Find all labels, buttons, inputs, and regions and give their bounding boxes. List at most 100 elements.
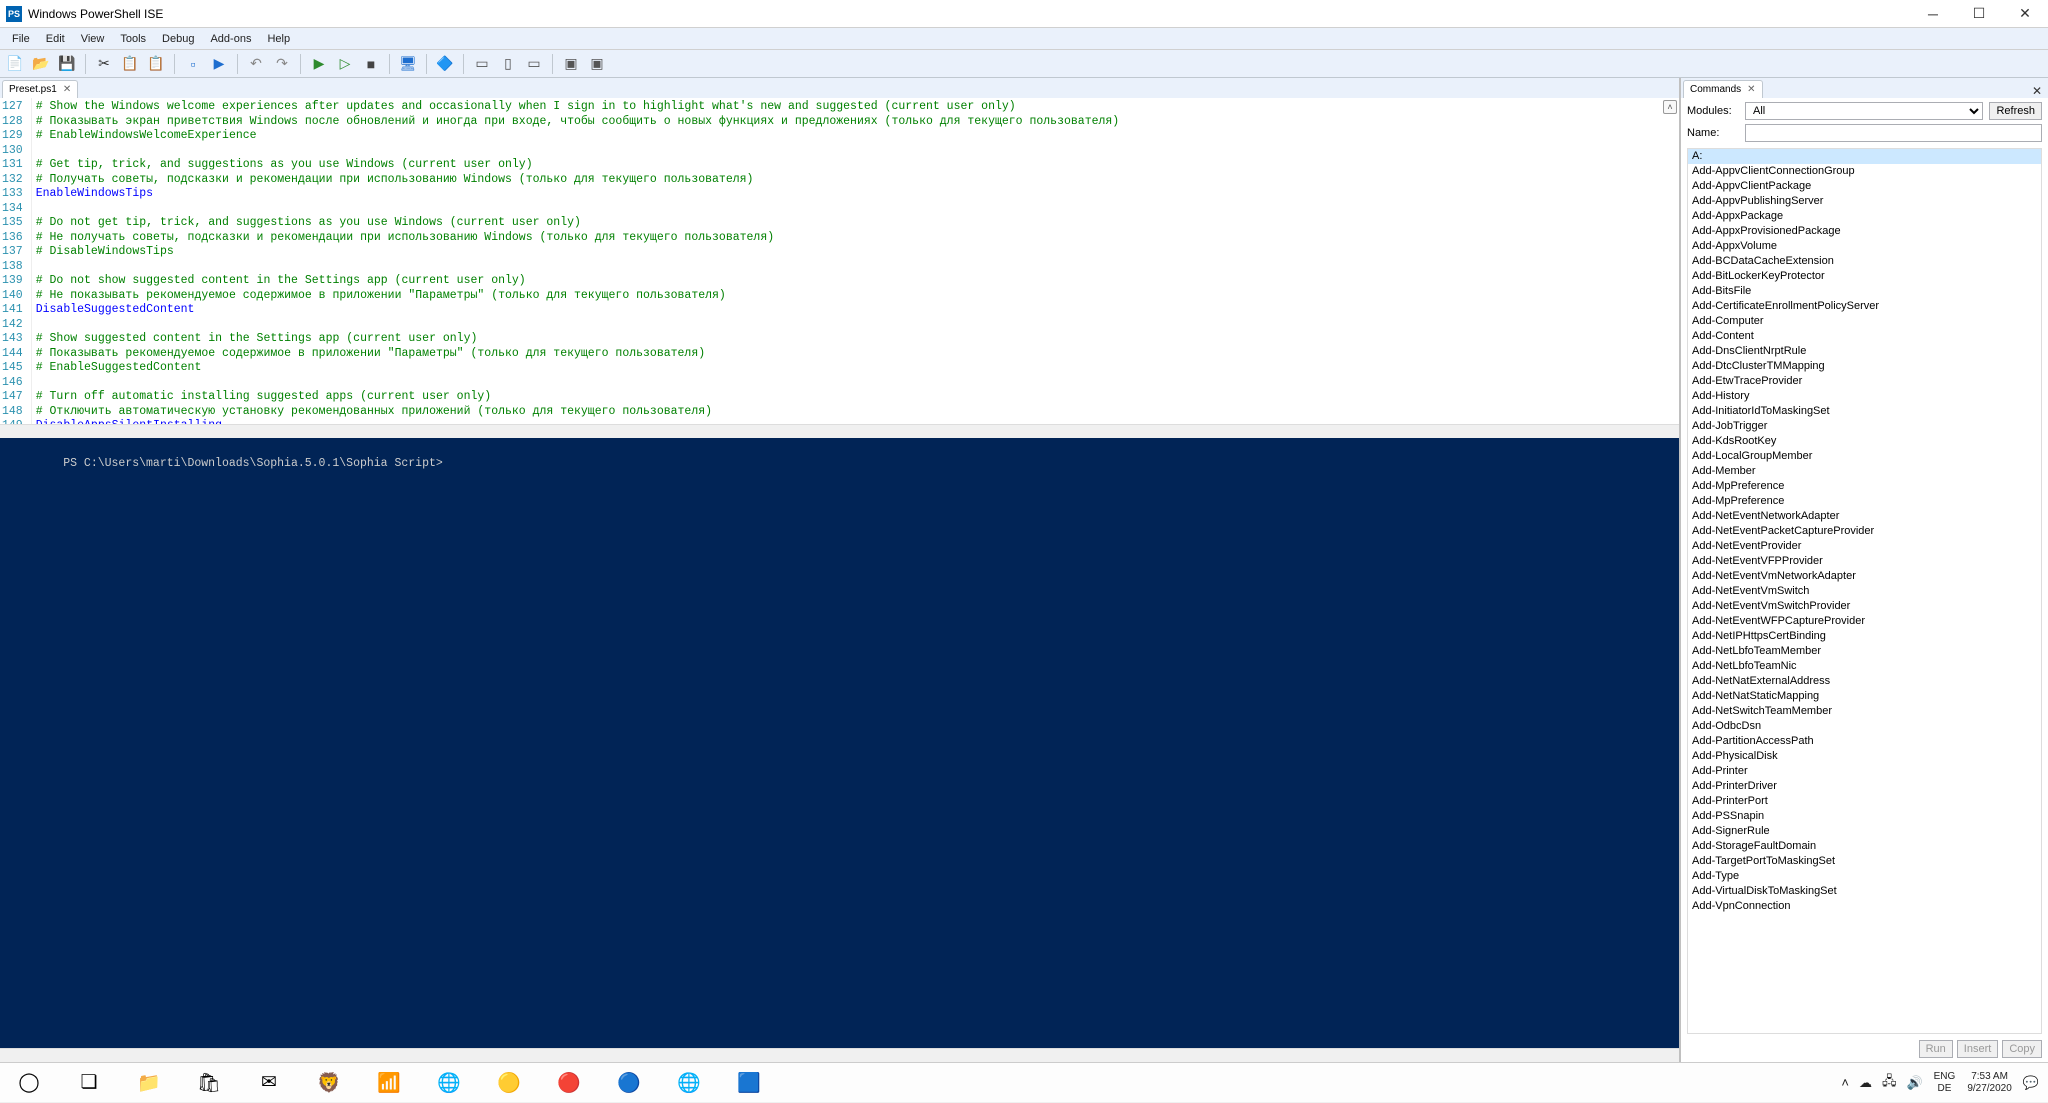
menu-view[interactable]: View (73, 30, 113, 48)
command-item[interactable]: Add-AppxPackage (1688, 209, 2041, 224)
close-panel-icon[interactable]: ✕ (2032, 84, 2048, 98)
editor-scrollbar[interactable] (0, 424, 1679, 438)
commands-tab[interactable]: Commands ✕ (1683, 80, 1763, 98)
command-item[interactable]: Add-NetEventProvider (1688, 539, 2041, 554)
command-item[interactable]: Add-Printer (1688, 764, 2041, 779)
tray-chevron-icon[interactable]: ˄ (1838, 1075, 1852, 1090)
run-selection-icon[interactable]: ▷ (334, 53, 356, 75)
start-icon[interactable]: ◯ (4, 1063, 54, 1103)
command-item[interactable]: A: (1688, 149, 2041, 164)
close-tab-icon[interactable]: ✕ (63, 84, 71, 95)
command-item[interactable]: Add-MpPreference (1688, 494, 2041, 509)
clear-icon[interactable]: ▫ (182, 53, 204, 75)
menu-add-ons[interactable]: Add-ons (202, 30, 259, 48)
command-item[interactable]: Add-CertificateEnrollmentPolicyServer (1688, 299, 2041, 314)
command-item[interactable]: Add-NetEventPacketCaptureProvider (1688, 524, 2041, 539)
command-item[interactable]: Add-PhysicalDisk (1688, 749, 2041, 764)
insert-button[interactable]: Insert (1957, 1040, 1999, 1058)
command-item[interactable]: Add-BCDataCacheExtension (1688, 254, 2041, 269)
command-item[interactable]: Add-DnsClientNrptRule (1688, 344, 2041, 359)
command-item[interactable]: Add-OdbcDsn (1688, 719, 2041, 734)
command-item[interactable]: Add-DtcClusterTMMapping (1688, 359, 2041, 374)
command-item[interactable]: Add-History (1688, 389, 2041, 404)
command-item[interactable]: Add-PSSnapin (1688, 809, 2041, 824)
run-icon[interactable]: ▶ (308, 53, 330, 75)
script-editor[interactable]: 127 128 129 130 131 132 133 134 135 136 … (0, 98, 1679, 424)
command-item[interactable]: Add-NetLbfoTeamNic (1688, 659, 2041, 674)
command-item[interactable]: Add-PrinterPort (1688, 794, 2041, 809)
remote-icon[interactable]: 🖥 (397, 53, 419, 75)
menu-tools[interactable]: Tools (112, 30, 154, 48)
tray-volume-icon[interactable]: 🔊 (1903, 1075, 1925, 1091)
command-item[interactable]: Add-NetEventVmNetworkAdapter (1688, 569, 2041, 584)
command-item[interactable]: Add-NetEventVmSwitchProvider (1688, 599, 2041, 614)
command-item[interactable]: Add-VpnConnection (1688, 899, 2041, 914)
command-item[interactable]: Add-AppvPublishingServer (1688, 194, 2041, 209)
command-item[interactable]: Add-InitiatorIdToMaskingSet (1688, 404, 2041, 419)
arrow-icon[interactable]: ▶ (208, 53, 230, 75)
layout3-icon[interactable]: ▭ (523, 53, 545, 75)
brave-icon[interactable]: 🦁 (304, 1063, 354, 1103)
tray-notifications-icon[interactable]: 💬 (2020, 1075, 2042, 1091)
command-item[interactable]: Add-NetSwitchTeamMember (1688, 704, 2041, 719)
new-icon[interactable]: 📄 (4, 53, 26, 75)
tray-clock[interactable]: 7:53 AM9/27/2020 (1963, 1071, 2016, 1095)
name-input[interactable] (1745, 124, 2042, 142)
command-item[interactable]: Add-Type (1688, 869, 2041, 884)
refresh-button[interactable]: Refresh (1989, 102, 2042, 120)
command-item[interactable]: Add-Computer (1688, 314, 2041, 329)
close-commands-icon[interactable]: ✕ (1747, 84, 1755, 95)
taskview-icon[interactable]: ❏ (64, 1063, 114, 1103)
command-item[interactable]: Add-Member (1688, 464, 2041, 479)
maximize-button[interactable]: ☐ (1956, 0, 2002, 28)
command-item[interactable]: Add-BitsFile (1688, 284, 2041, 299)
cut-icon[interactable]: ✂ (93, 53, 115, 75)
command-item[interactable]: Add-PartitionAccessPath (1688, 734, 2041, 749)
script-tab[interactable]: Preset.ps1 ✕ (2, 80, 78, 98)
undo-icon[interactable]: ↶ (245, 53, 267, 75)
scroll-up-icon[interactable]: ˄ (1663, 100, 1677, 114)
menu-debug[interactable]: Debug (154, 30, 202, 48)
command-item[interactable]: Add-LocalGroupMember (1688, 449, 2041, 464)
coin-icon[interactable]: 🟡 (484, 1063, 534, 1103)
app-icon[interactable]: 🔵 (604, 1063, 654, 1103)
command-item[interactable]: Add-EtwTraceProvider (1688, 374, 2041, 389)
command-item[interactable]: Add-NetEventWFPCaptureProvider (1688, 614, 2041, 629)
explorer-icon[interactable]: 📁 (124, 1063, 174, 1103)
pane2-icon[interactable]: ▣ (586, 53, 608, 75)
command-item[interactable]: Add-NetIPHttpsCertBinding (1688, 629, 2041, 644)
command-item[interactable]: Add-AppxVolume (1688, 239, 2041, 254)
command-item[interactable]: Add-NetEventVmSwitch (1688, 584, 2041, 599)
command-item[interactable]: Add-AppvClientPackage (1688, 179, 2041, 194)
command-item[interactable]: Add-KdsRootKey (1688, 434, 2041, 449)
session-icon[interactable]: 🔷 (434, 53, 456, 75)
save-icon[interactable]: 💾 (56, 53, 78, 75)
command-item[interactable]: Add-PrinterDriver (1688, 779, 2041, 794)
menu-file[interactable]: File (4, 30, 38, 48)
menu-edit[interactable]: Edit (38, 30, 73, 48)
ps-icon[interactable]: 🟦 (724, 1063, 774, 1103)
command-item[interactable]: Add-MpPreference (1688, 479, 2041, 494)
layout1-icon[interactable]: ▭ (471, 53, 493, 75)
store-icon[interactable]: 🛍 (184, 1063, 234, 1103)
redo-icon[interactable]: ↷ (271, 53, 293, 75)
command-item[interactable]: Add-TargetPortToMaskingSet (1688, 854, 2041, 869)
minimize-button[interactable]: ─ (1910, 0, 1956, 28)
command-item[interactable]: Add-VirtualDiskToMaskingSet (1688, 884, 2041, 899)
command-item[interactable]: Add-NetNatExternalAddress (1688, 674, 2041, 689)
command-list[interactable]: A:Add-AppvClientConnectionGroupAdd-AppvC… (1687, 148, 2042, 1034)
close-window-button[interactable]: ✕ (2002, 0, 2048, 28)
copy-button[interactable]: Copy (2002, 1040, 2042, 1058)
command-item[interactable]: Add-StorageFaultDomain (1688, 839, 2041, 854)
tray-network-icon[interactable]: 🖧 (1879, 1072, 1900, 1094)
command-item[interactable]: Add-SignerRule (1688, 824, 2041, 839)
layout2-icon[interactable]: ▯ (497, 53, 519, 75)
rss-icon[interactable]: 📶 (364, 1063, 414, 1103)
command-item[interactable]: Add-NetEventNetworkAdapter (1688, 509, 2041, 524)
run-button[interactable]: Run (1919, 1040, 1953, 1058)
mail-icon[interactable]: ✉ (244, 1063, 294, 1103)
modules-select[interactable]: All (1745, 102, 1983, 120)
console-scrollbar[interactable] (0, 1048, 1679, 1062)
open-icon[interactable]: 📂 (30, 53, 52, 75)
command-item[interactable]: Add-NetNatStaticMapping (1688, 689, 2041, 704)
